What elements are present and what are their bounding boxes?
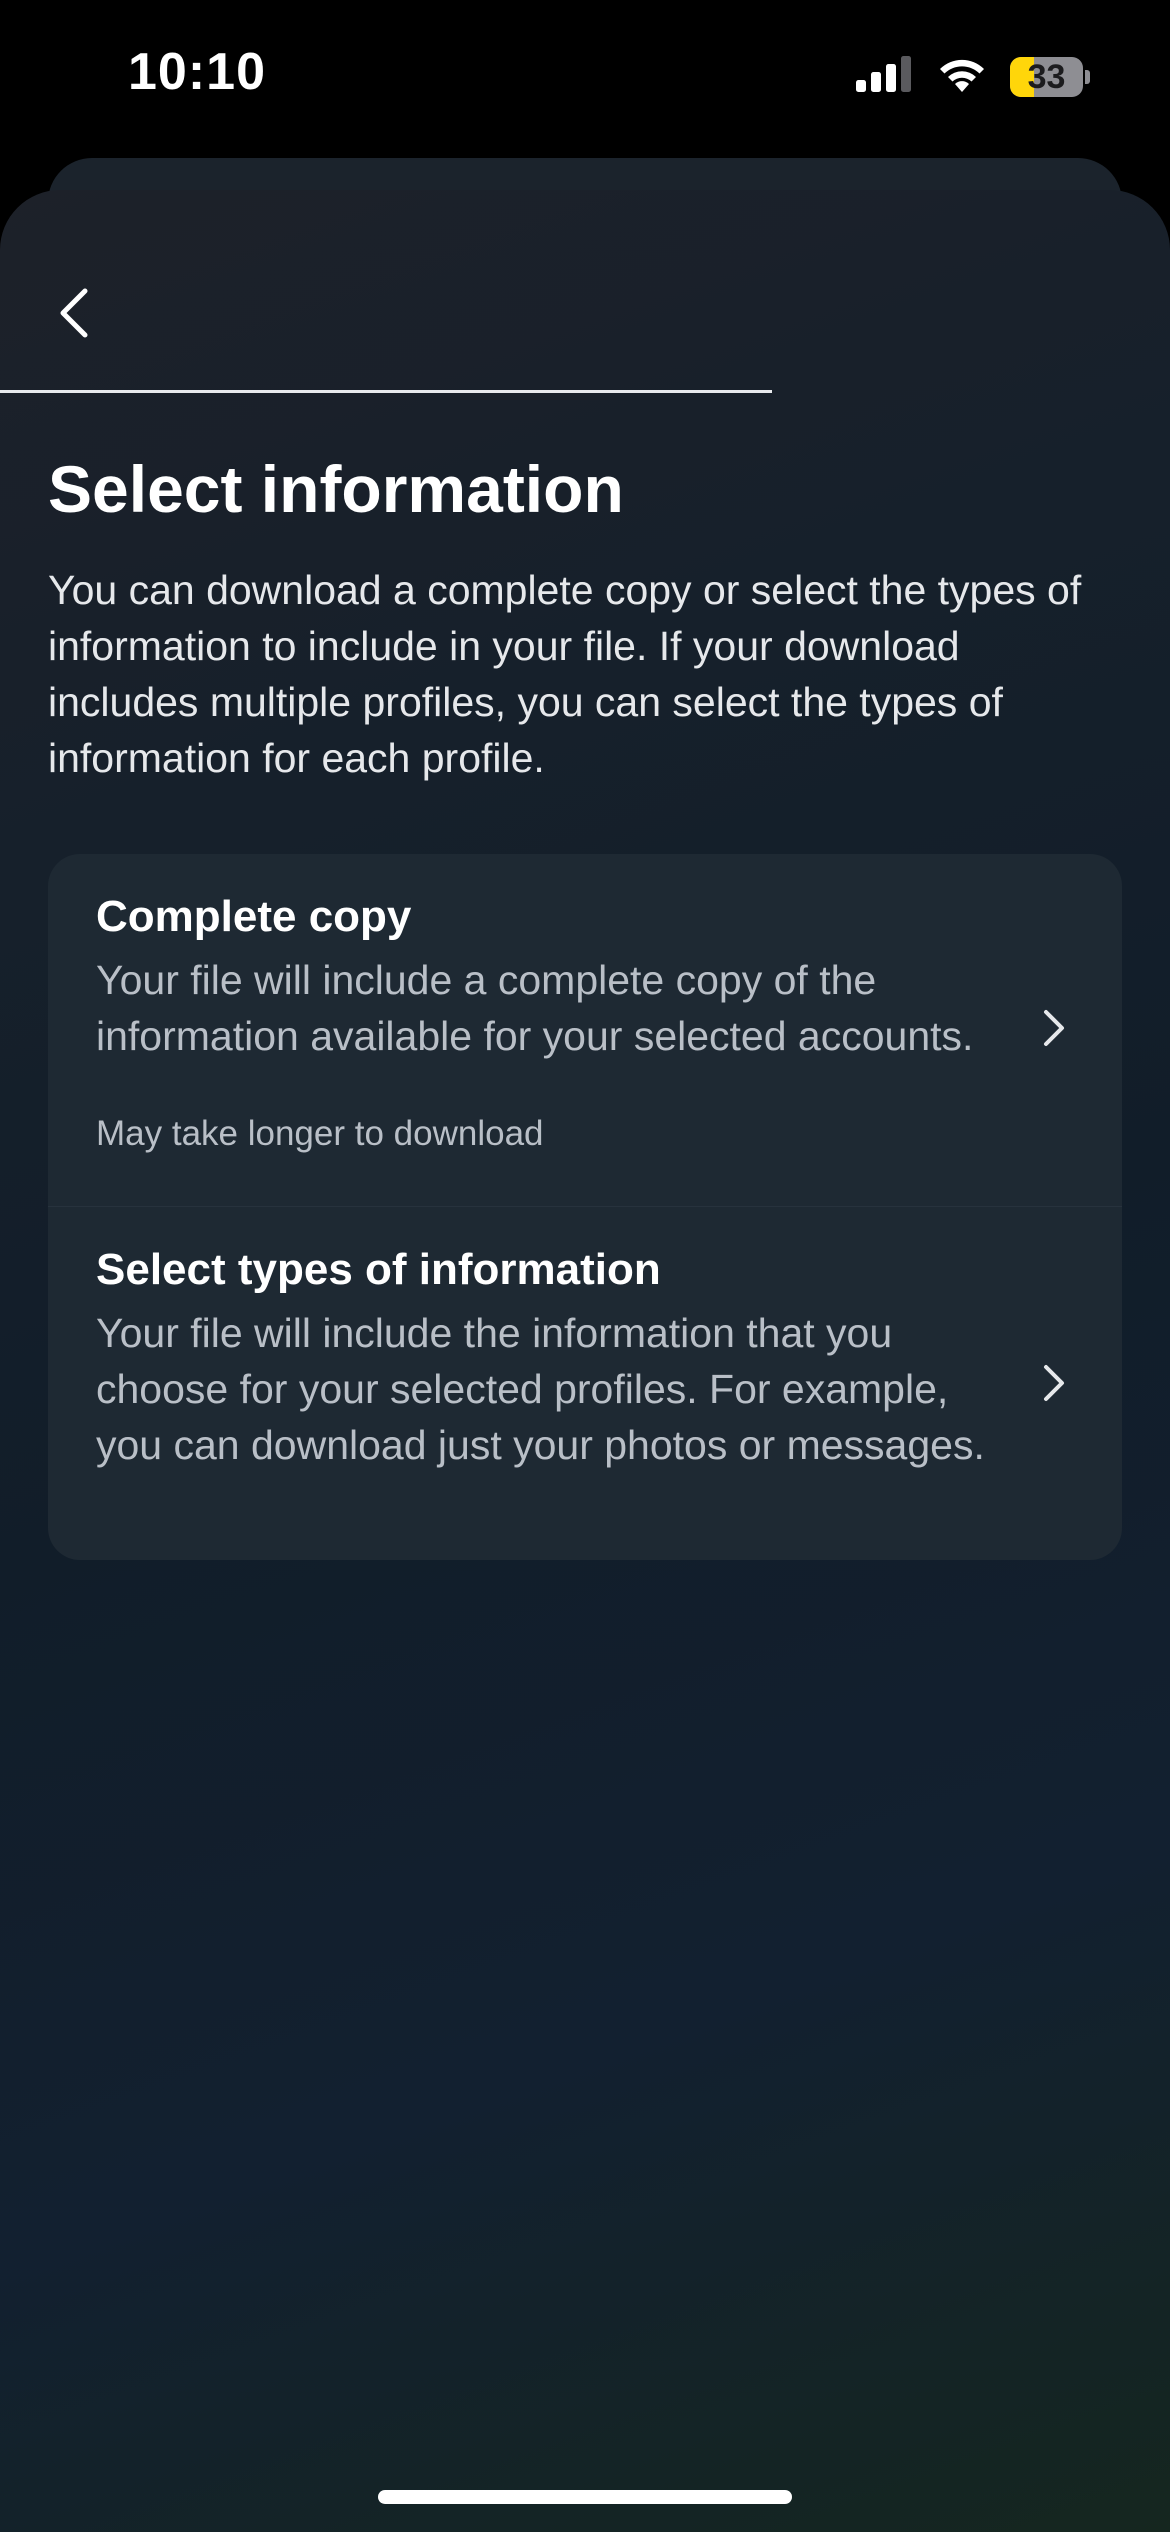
option-select-types[interactable]: Select types of information Your file wi… — [48, 1207, 1122, 1560]
option-title: Complete copy — [96, 892, 412, 941]
chevron-right-icon — [1034, 1359, 1074, 1407]
battery-icon: 33 — [1010, 56, 1090, 98]
screen: 10:10 33 Select information You can down… — [0, 0, 1170, 2532]
option-complete-copy[interactable]: Complete copy Your file will include a c… — [48, 854, 1122, 1206]
option-description: Your file will include a complete copy o… — [96, 957, 974, 1059]
status-icons: 33 — [856, 54, 1090, 100]
cellular-signal-icon — [856, 55, 914, 99]
back-button[interactable] — [40, 280, 110, 350]
option-note: May take longer to download — [96, 1114, 544, 1153]
battery-level: 33 — [1027, 57, 1066, 96]
home-indicator[interactable] — [378, 2490, 792, 2504]
option-title: Select types of information — [96, 1245, 661, 1294]
option-description: Your file will include the information t… — [96, 1310, 985, 1468]
progress-fill — [0, 390, 773, 393]
status-bar: 10:10 33 — [0, 0, 1170, 150]
chevron-right-icon — [1034, 1004, 1074, 1052]
battery-body: 33 — [1010, 57, 1084, 97]
options-card: Complete copy Your file will include a c… — [48, 854, 1122, 1560]
wifi-icon — [936, 56, 988, 99]
battery-cap — [1085, 70, 1090, 84]
page-title: Select information — [48, 452, 624, 526]
page-description: You can download a complete copy or sele… — [48, 567, 1082, 781]
status-time: 10:10 — [128, 43, 266, 101]
progress-bar — [0, 390, 1170, 393]
chevron-left-icon — [55, 285, 95, 346]
modal-sheet: Select information You can download a co… — [0, 190, 1170, 2532]
